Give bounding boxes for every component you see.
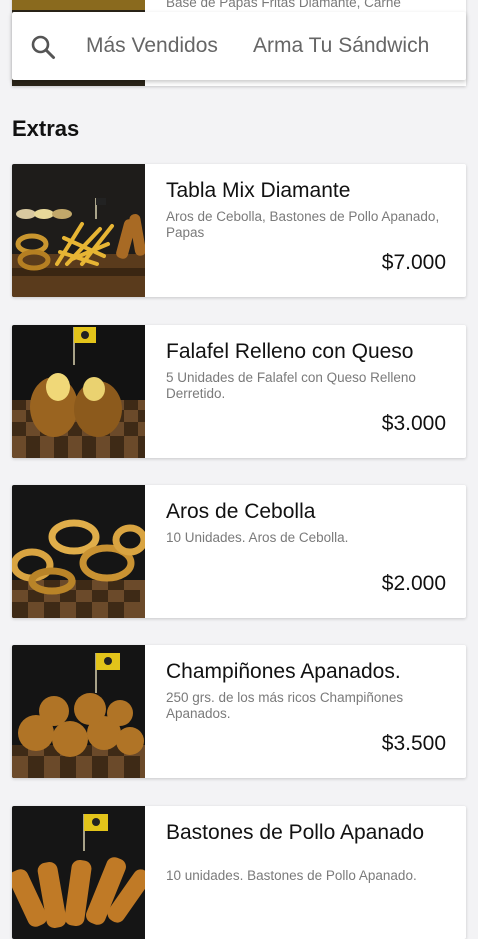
product-image bbox=[12, 645, 145, 778]
product-name: Champiñones Apanados. bbox=[166, 660, 401, 683]
search-icon[interactable] bbox=[30, 34, 56, 60]
product-image bbox=[12, 325, 145, 458]
product-card-falafel[interactable]: Falafel Relleno con Queso 5 Unidades de … bbox=[12, 325, 466, 458]
product-description: 5 Unidades de Falafel con Queso Relleno … bbox=[166, 370, 416, 401]
product-description: Aros de Cebolla, Bastones de Pollo Apana… bbox=[166, 209, 440, 240]
product-name: Falafel Relleno con Queso bbox=[166, 340, 414, 363]
category-nav-bar: Más Vendidos Arma Tu Sándwich bbox=[12, 12, 466, 80]
product-card-tabla-mix[interactable]: Tabla Mix Diamante Aros de Cebolla, Bast… bbox=[12, 164, 466, 297]
product-description: 250 grs. de los más ricos Champiñones Ap… bbox=[166, 690, 404, 721]
product-description: Base de Papas Fritas Diamante, Carne bbox=[166, 0, 401, 10]
product-description: 10 Unidades. Aros de Cebolla. bbox=[166, 530, 349, 545]
product-price: $3.500 bbox=[381, 732, 446, 755]
product-description: 10 unidades. Bastones de Pollo Apanado. bbox=[166, 868, 417, 883]
product-price: $2.000 bbox=[381, 572, 446, 595]
product-price: $3.000 bbox=[381, 412, 446, 435]
tab-arma-tu-sandwich[interactable]: Arma Tu Sándwich bbox=[253, 34, 429, 58]
product-card-bastones-pollo[interactable]: Bastones de Pollo Apanado 10 unidades. B… bbox=[12, 806, 466, 939]
product-name: Tabla Mix Diamante bbox=[166, 179, 351, 202]
product-name: Bastones de Pollo Apanado bbox=[166, 821, 425, 844]
section-title: Extras bbox=[12, 116, 80, 141]
product-image bbox=[12, 485, 145, 618]
product-card-champinones[interactable]: Champiñones Apanados. 250 grs. de los má… bbox=[12, 645, 466, 778]
tab-mas-vendidos[interactable]: Más Vendidos bbox=[86, 34, 218, 58]
product-card-aros-cebolla[interactable]: Aros de Cebolla 10 Unidades. Aros de Ceb… bbox=[12, 485, 466, 618]
product-name: Aros de Cebolla bbox=[166, 500, 316, 523]
product-price: $7.000 bbox=[381, 251, 446, 274]
product-image bbox=[12, 164, 145, 297]
product-image bbox=[12, 806, 145, 939]
